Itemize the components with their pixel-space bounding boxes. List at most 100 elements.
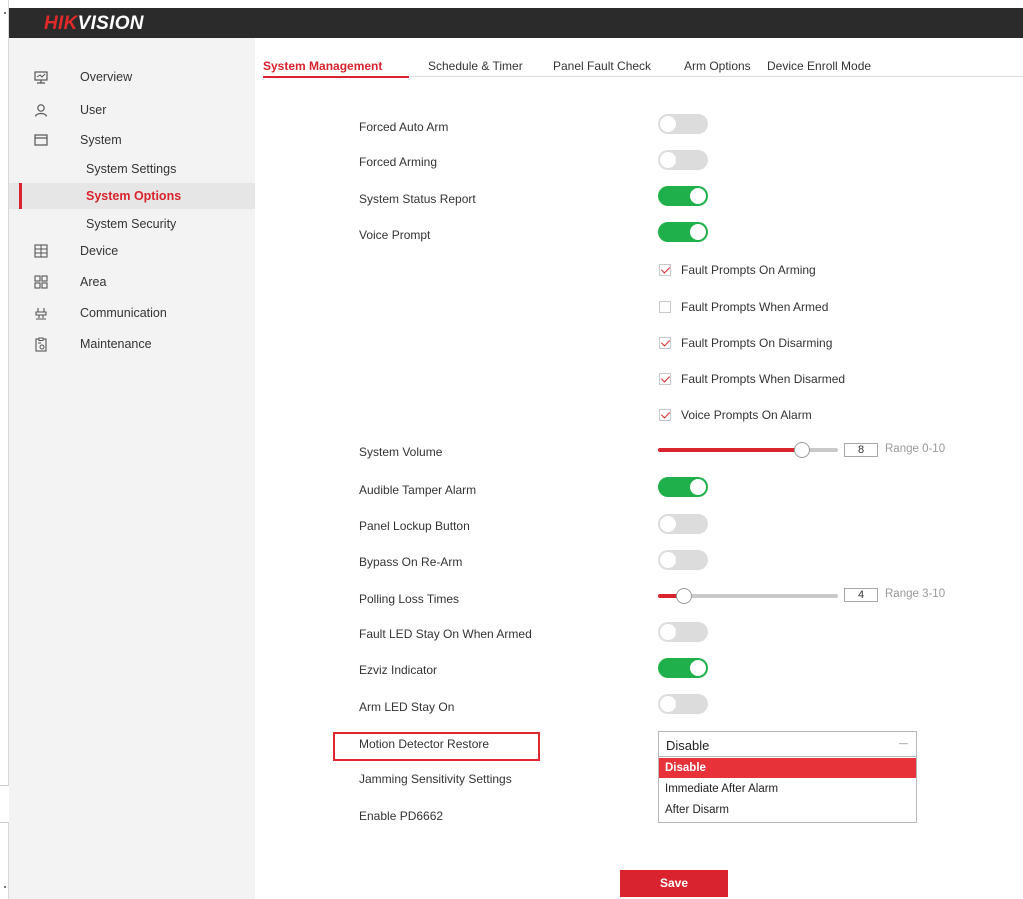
panel-lockup-button-toggle[interactable] (658, 514, 708, 534)
forced-auto-arm-label: Forced Auto Arm (359, 120, 449, 134)
edge-panel (0, 785, 9, 823)
main-content: System Management Schedule & Timer Panel… (255, 38, 1023, 899)
motion-detector-restore-select[interactable]: Disable — (658, 731, 917, 757)
ezviz-indicator-label: Ezviz Indicator (359, 663, 438, 677)
checkbox-label: Fault Prompts On Arming (681, 263, 816, 277)
voice-prompt-toggle[interactable] (658, 222, 708, 242)
slider-fill (658, 448, 802, 452)
window-left-edge (0, 0, 9, 899)
dropdown-option-immediate-after-alarm[interactable]: Immediate After Alarm (659, 779, 916, 799)
arm-led-stay-on-label: Arm LED Stay On (359, 700, 455, 714)
forced-arming-toggle[interactable] (658, 150, 708, 170)
toggle-knob (690, 479, 706, 495)
dropdown-option-disable[interactable]: Disable (659, 758, 916, 778)
chevron-down-icon: — (899, 738, 908, 748)
sidebar: Overview User System System Settings Sys… (9, 38, 255, 899)
top-bar: HIKVISION (9, 8, 1023, 38)
sidebar-item-system[interactable]: System (9, 127, 255, 153)
voice-prompt-label: Voice Prompt (359, 228, 431, 242)
voice-prompts-on-alarm-checkbox[interactable] (659, 409, 671, 421)
fault-prompts-on-disarming-checkbox[interactable] (659, 337, 671, 349)
sidebar-item-device[interactable]: Device (9, 238, 255, 264)
fault-led-stay-on-toggle[interactable] (658, 622, 708, 642)
forced-auto-arm-toggle[interactable] (658, 114, 708, 134)
slider-thumb[interactable] (675, 588, 692, 604)
system-volume-slider[interactable] (658, 442, 838, 458)
checkbox-label: Voice Prompts On Alarm (681, 408, 812, 422)
sidebar-item-label: Area (80, 275, 107, 289)
polling-loss-times-range: Range 3-10 (885, 588, 946, 600)
sidebar-subitem-system-settings[interactable]: System Settings (9, 156, 255, 182)
sidebar-item-maintenance[interactable]: Maintenance (9, 331, 255, 357)
fault-prompts-when-armed-checkbox[interactable] (659, 301, 671, 313)
voice-prompts-on-alarm-option[interactable]: Voice Prompts On Alarm (659, 408, 812, 422)
fault-prompts-when-armed-option[interactable]: Fault Prompts When Armed (659, 300, 828, 314)
toggle-knob (660, 552, 676, 568)
jamming-sensitivity-label: Jamming Sensitivity Settings (359, 772, 512, 786)
fault-prompts-when-disarmed-option[interactable]: Fault Prompts When Disarmed (659, 372, 845, 386)
enable-pd6662-label: Enable PD6662 (359, 809, 444, 823)
toggle-knob (660, 516, 676, 532)
fault-led-stay-on-label: Fault LED Stay On When Armed (359, 627, 532, 641)
tab-schedule-timer[interactable]: Schedule & Timer (428, 59, 523, 73)
sidebar-item-label: Overview (80, 70, 133, 84)
fault-prompts-on-disarming-option[interactable]: Fault Prompts On Disarming (659, 336, 832, 350)
audible-tamper-alarm-toggle[interactable] (658, 477, 708, 497)
system-volume-range: Range 0-10 (885, 443, 946, 455)
toggle-knob (660, 624, 676, 640)
system-volume-input[interactable]: 8 (844, 443, 878, 457)
toggle-knob (660, 696, 676, 712)
motion-detector-restore-dropdown: Disable Immediate After Alarm After Disa… (658, 756, 917, 823)
sidebar-subitem-system-options[interactable]: System Options (9, 183, 255, 209)
active-tab-indicator (263, 76, 409, 78)
tab-arm-options[interactable]: Arm Options (684, 59, 751, 73)
bypass-on-rearm-toggle[interactable] (658, 550, 708, 570)
sidebar-subitem-label: System Options (86, 189, 182, 203)
sidebar-item-label: Communication (80, 306, 167, 320)
sidebar-item-label: Device (80, 244, 119, 258)
save-button[interactable]: Save (620, 870, 728, 897)
tab-panel-fault-check[interactable]: Panel Fault Check (553, 59, 651, 73)
toggle-knob (660, 116, 676, 132)
sidebar-item-communication[interactable]: Communication (9, 300, 255, 326)
slider-thumb[interactable] (794, 442, 810, 458)
user-icon (33, 102, 49, 118)
system-status-report-toggle[interactable] (658, 186, 708, 206)
sidebar-subitem-system-security[interactable]: System Security (9, 211, 255, 237)
fault-prompts-on-arming-checkbox[interactable] (659, 264, 671, 276)
dropdown-option-after-disarm[interactable]: After Disarm (659, 800, 916, 820)
sidebar-item-overview[interactable]: Overview (9, 64, 255, 90)
monitor-icon (33, 69, 49, 85)
toggle-knob (690, 660, 706, 676)
motion-detector-restore-label: Motion Detector Restore (359, 737, 490, 751)
sidebar-item-label: Maintenance (80, 337, 152, 351)
panel-lockup-button-label: Panel Lockup Button (359, 519, 470, 533)
system-volume-label: System Volume (359, 445, 443, 459)
toggle-knob (690, 188, 706, 204)
tab-bar: System Management Schedule & Timer Panel… (263, 59, 1023, 78)
system-status-report-label: System Status Report (359, 192, 476, 206)
audible-tamper-alarm-label: Audible Tamper Alarm (359, 483, 477, 497)
toggle-knob (690, 224, 706, 240)
arm-led-stay-on-toggle[interactable] (658, 694, 708, 714)
fault-prompts-when-disarmed-checkbox[interactable] (659, 373, 671, 385)
sidebar-item-label: User (80, 103, 107, 117)
polling-loss-times-slider[interactable] (658, 588, 838, 604)
network-icon (33, 305, 49, 321)
tab-device-enroll-mode[interactable]: Device Enroll Mode (767, 59, 871, 73)
polling-loss-times-label: Polling Loss Times (359, 592, 460, 606)
toggle-knob (660, 152, 676, 168)
maintenance-icon (33, 336, 49, 352)
area-grid-icon (33, 274, 49, 290)
polling-loss-times-input[interactable]: 4 (844, 588, 878, 602)
checkbox-label: Fault Prompts When Disarmed (681, 372, 846, 386)
checkbox-label: Fault Prompts When Armed (681, 300, 829, 314)
sidebar-item-area[interactable]: Area (9, 269, 255, 295)
ezviz-indicator-toggle[interactable] (658, 658, 708, 678)
sidebar-item-user[interactable]: User (9, 97, 255, 123)
fault-prompts-on-arming-option[interactable]: Fault Prompts On Arming (659, 263, 816, 277)
bypass-on-rearm-label: Bypass On Re-Arm (359, 555, 463, 569)
tab-system-management[interactable]: System Management (263, 59, 382, 73)
edge-mark (4, 12, 6, 14)
sidebar-item-label: System (80, 133, 122, 147)
